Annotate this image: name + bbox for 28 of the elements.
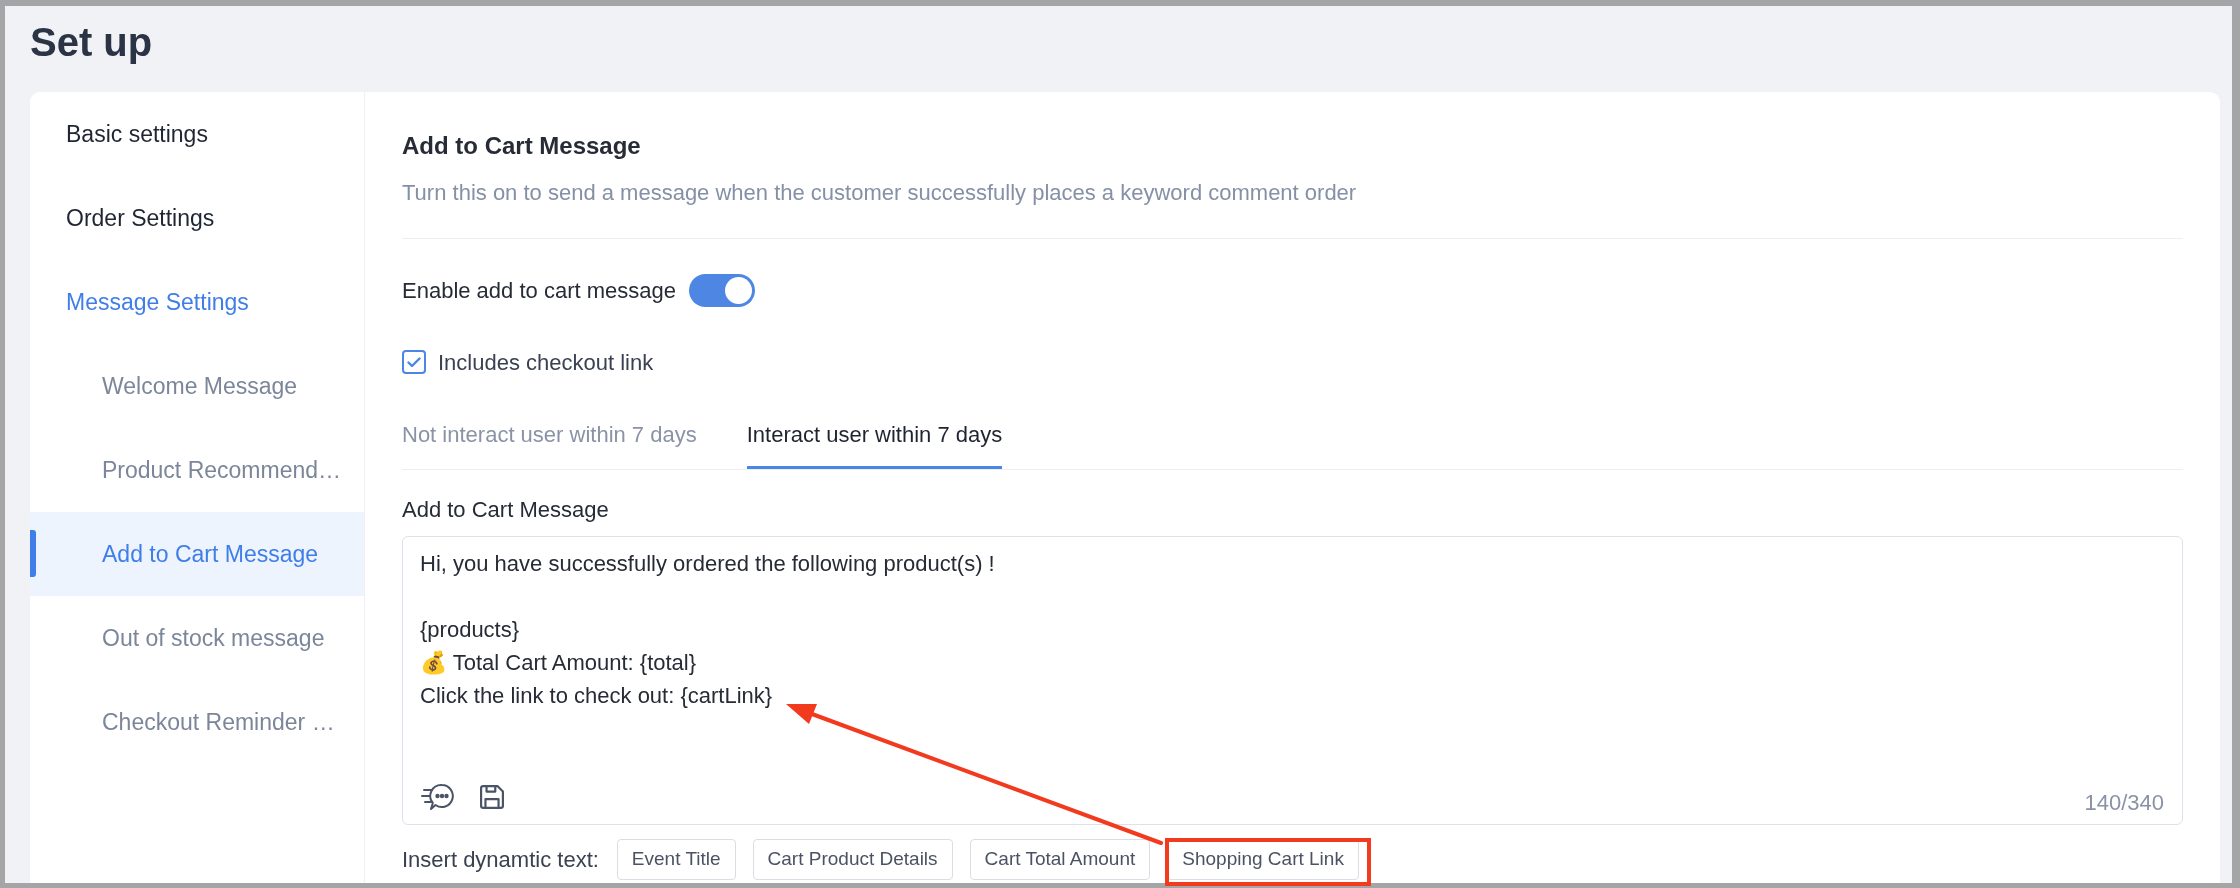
sidebar-item[interactable]: Order Settings [30, 176, 364, 260]
toggle-label: Enable add to cart message [402, 277, 676, 305]
checkbox-label: Includes checkout link [438, 348, 654, 377]
message-field[interactable]: Hi, you have successfully ordered the following product(s) ! {products} 💰 Total Cart Amount: {total} Click the link to check out: {cartLink} 140/340 [402, 536, 2183, 825]
message-text: Hi, you have successfully ordered the following product(s) ! {products} 💰 Total Cart Amount: {total} Click the link to check out: {cartLink} [419, 550, 995, 710]
sidebar-item[interactable]: Message Settings [30, 260, 364, 344]
sidebar-item[interactable]: Out of stock message [30, 596, 364, 680]
insert-text-button[interactable]: Event Title [616, 839, 736, 880]
sidebar-item[interactable]: Basic settings [30, 92, 364, 176]
insert-text-button[interactable]: Cart Total Amount [969, 839, 1151, 880]
sidebar-item[interactable]: Welcome Message [30, 344, 364, 428]
page-title: Set up [30, 21, 153, 63]
checkmark-icon [407, 356, 421, 368]
section-description: Turn this on to send a message when the customer successfully places a keyword comment order [402, 179, 1358, 207]
sidebar-item[interactable]: Add to Cart Message [30, 512, 364, 596]
insert-label: Insert dynamtic text: [402, 846, 599, 874]
section-title: Add to Cart Message [402, 131, 642, 161]
chat-bubble-icon[interactable] [421, 782, 455, 812]
selection-bar [30, 530, 36, 577]
save-icon[interactable] [480, 785, 504, 809]
toggle-switch[interactable] [688, 274, 755, 307]
insert-text-button[interactable]: Cart Product Details [752, 839, 953, 880]
tab[interactable]: Interact user within 7 days [746, 421, 1003, 469]
checkbox[interactable] [402, 350, 426, 374]
field-label: Add to Cart Message [402, 496, 609, 524]
sidebar-item[interactable]: Product Recommend… [30, 428, 364, 512]
sidebar-item[interactable]: Checkout Reminder … [30, 680, 364, 764]
character-counter: 140/340 [2084, 791, 2164, 815]
